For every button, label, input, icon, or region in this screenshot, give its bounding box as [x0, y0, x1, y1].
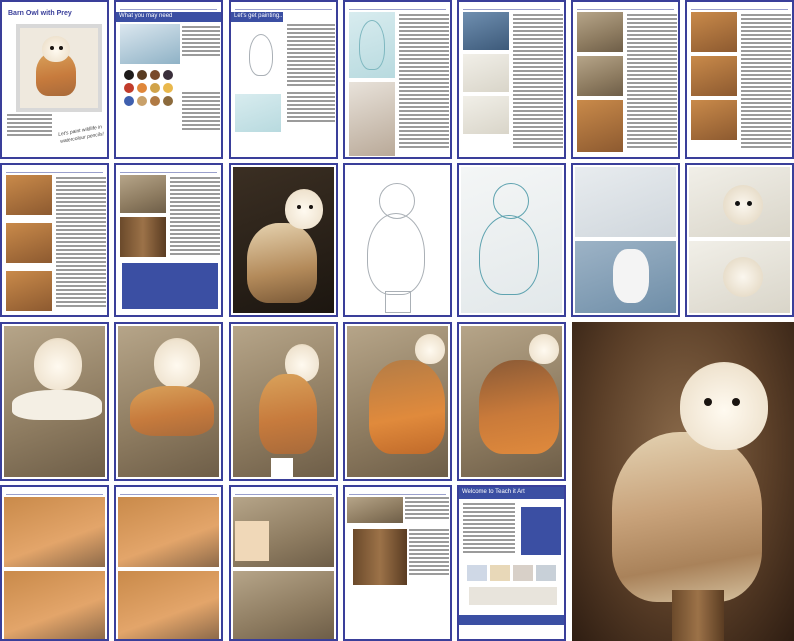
page-15[interactable]: [114, 322, 223, 481]
color-swatch: [137, 83, 147, 93]
page-sketch[interactable]: [343, 163, 452, 317]
color-swatch: [163, 83, 173, 93]
page-materials[interactable]: What you may need: [114, 0, 223, 159]
color-swatch: [163, 70, 173, 80]
page-17[interactable]: [343, 322, 452, 481]
color-swatch: [150, 83, 160, 93]
color-swatch: [124, 83, 134, 93]
page-14[interactable]: [0, 322, 109, 481]
page-reference-photo[interactable]: [229, 163, 338, 317]
page-19[interactable]: [0, 485, 109, 641]
page-20[interactable]: [114, 485, 223, 641]
page-16[interactable]: [229, 322, 338, 481]
page-18[interactable]: [457, 322, 566, 481]
welcome-heading: Welcome to Teach it Art: [462, 489, 525, 495]
promo-box: [122, 263, 218, 309]
page-blue-outline[interactable]: [457, 163, 566, 317]
finished-painting: [572, 322, 794, 641]
page-7[interactable]: [685, 0, 794, 159]
cover-title: Barn Owl with Prey: [8, 10, 72, 17]
color-swatch: [137, 70, 147, 80]
cover-text-block: [7, 114, 52, 138]
color-swatch: [137, 96, 147, 106]
page-5[interactable]: [457, 0, 566, 159]
page-13[interactable]: [685, 163, 794, 317]
page-6[interactable]: [571, 0, 680, 159]
page-22[interactable]: [343, 485, 452, 641]
page-12[interactable]: [571, 163, 680, 317]
color-swatch: [163, 96, 173, 106]
materials-photo: [120, 24, 180, 64]
color-swatch: [150, 70, 160, 80]
page-9[interactable]: [114, 163, 223, 317]
page-get-painting[interactable]: Let's get painting...: [229, 0, 338, 159]
page-21[interactable]: [229, 485, 338, 641]
get-painting-heading: Let's get painting...: [234, 13, 285, 19]
color-swatch: [124, 70, 134, 80]
color-swatch: [124, 96, 134, 106]
page-cover[interactable]: Barn Owl with Prey Let's paint wildlife …: [0, 0, 109, 159]
materials-heading: What you may need: [119, 13, 173, 19]
page-4[interactable]: [343, 0, 452, 159]
page-8[interactable]: [0, 163, 109, 317]
page-welcome[interactable]: Welcome to Teach it Art: [457, 485, 566, 641]
swatch-grid: [124, 70, 176, 106]
color-swatch: [150, 96, 160, 106]
cover-owl-image: [32, 34, 82, 104]
